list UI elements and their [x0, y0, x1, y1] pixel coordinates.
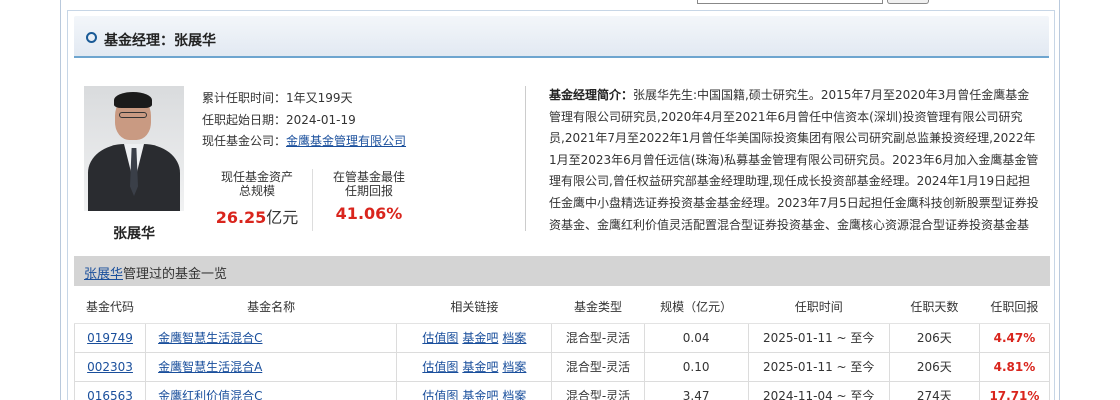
tenure-days: 206天 — [888, 351, 980, 382]
fund-type: 混合型-灵活 — [551, 380, 645, 400]
tenure-period: 2025-01-11 ~ 至今 — [747, 322, 890, 353]
tenure-label: 累计任职时间： — [202, 91, 287, 105]
fund-list-title: 管理过的基金一览 — [123, 267, 228, 282]
circle-bullet-icon — [86, 32, 97, 43]
tenure-value: 1年又199天 — [286, 91, 353, 105]
table-row: 019749 金鹰智慧生活混合C 估值图 基金吧 档案 混合型-灵活 0.04 20… — [73, 322, 1051, 353]
best-label-line2: 任期回报 — [344, 184, 393, 198]
header-links: 相关链接 — [396, 291, 552, 324]
fund-name-link[interactable]: 金鹰智慧生活混合A — [158, 360, 262, 374]
search-button[interactable] — [887, 0, 929, 4]
start-date-value: 2024-01-19 — [286, 113, 356, 127]
fund-size: 0.04 — [643, 322, 749, 353]
fund-forum-link[interactable]: 基金吧 — [462, 360, 498, 374]
stat-divider — [312, 169, 313, 231]
fund-profile-link[interactable]: 档案 — [502, 389, 526, 400]
manager-name-link[interactable]: 张展华 — [84, 267, 123, 282]
header-type: 基金类型 — [551, 291, 645, 324]
tenure-return: 4.81% — [978, 351, 1051, 382]
manager-name: 张展华 — [113, 226, 155, 242]
table-header-row: 基金代码 基金名称 相关链接 基金类型 规模（亿元） 任职时间 任职天数 任职回… — [74, 291, 1050, 324]
bio-label: 基金经理简介： — [549, 88, 634, 102]
fund-forum-link[interactable]: 基金吧 — [462, 331, 498, 345]
tenure-return: 17.71% — [978, 380, 1051, 400]
aum-value: 26.25 — [215, 208, 267, 227]
fund-code-link[interactable]: 019749 — [87, 331, 133, 345]
header-period: 任职时间 — [748, 291, 890, 324]
fund-size: 0.10 — [643, 351, 749, 382]
section-title: 基金经理：张展华 — [104, 33, 216, 49]
fund-type: 混合型-灵活 — [551, 322, 645, 353]
start-date-row: 任职起始日期：2024-01-19 — [202, 111, 356, 128]
aum-value-wrap: 26.25亿元 — [202, 204, 312, 228]
aum-unit: 亿元 — [266, 208, 299, 227]
tenure-period: 2024-11-04 ~ 至今 — [747, 380, 890, 400]
fund-code-link[interactable]: 002303 — [87, 360, 133, 374]
fund-size: 3.47 — [643, 380, 749, 400]
aum-label-line2: 总规模 — [238, 184, 275, 198]
page-container: 基金经理：张展华 张展华 累计任职时间：1年又199天 任职起始日期：2024-… — [60, 0, 1060, 400]
aum-label-line1: 现任基金资产 — [220, 170, 293, 184]
fund-code-link[interactable]: 016563 — [87, 389, 133, 400]
fund-profile-link[interactable]: 档案 — [502, 331, 526, 345]
table-row: 002303 金鹰智慧生活混合A 估值图 基金吧 档案 混合型-灵活 0.10 20… — [73, 351, 1051, 382]
header-size: 规模（亿元） — [644, 291, 749, 324]
fund-forum-link[interactable]: 基金吧 — [462, 389, 498, 400]
section-title-bar: 基金经理：张展华 — [74, 16, 1049, 58]
start-date-label: 任职起始日期： — [202, 113, 287, 127]
vertical-divider — [525, 86, 526, 231]
fund-type: 混合型-灵活 — [551, 351, 645, 382]
valuation-chart-link[interactable]: 估值图 — [422, 389, 458, 400]
table-row: 016563 金鹰红利价值混合C 估值图 基金吧 档案 混合型-灵活 3.47 20… — [73, 380, 1051, 400]
header-code: 基金代码 — [74, 291, 146, 324]
valuation-chart-link[interactable]: 估值图 — [422, 360, 458, 374]
valuation-chart-link[interactable]: 估值图 — [422, 331, 458, 345]
aum-stat: 现任基金资产 总规模 26.25亿元 — [202, 170, 312, 228]
tenure-return: 4.47% — [978, 322, 1051, 353]
tenure-period: 2025-01-11 ~ 至今 — [747, 351, 890, 382]
bio-text: 张展华先生:中国国籍,硕士研究生。2015年7月至2020年3月曾任金鹰基金管理… — [549, 88, 1039, 232]
tenure-days: 274天 — [888, 380, 980, 400]
best-return-stat: 在管基金最佳 任期回报 41.06% — [314, 170, 424, 223]
company-label: 现任基金公司： — [202, 134, 287, 148]
tenure-row: 累计任职时间：1年又199天 — [202, 89, 353, 106]
manager-photo — [84, 86, 184, 211]
manager-bio: 基金经理简介：张展华先生:中国国籍,硕士研究生。2015年7月至2020年3月曾… — [549, 85, 1039, 237]
fund-name-link[interactable]: 金鹰智慧生活混合C — [158, 331, 262, 345]
manager-panel: 基金经理：张展华 张展华 累计任职时间：1年又199天 任职起始日期：2024-… — [67, 10, 1055, 400]
best-return-value: 41.06% — [335, 204, 403, 223]
fund-table: 基金代码 基金名称 相关链接 基金类型 规模（亿元） 任职时间 任职天数 任职回… — [73, 291, 1051, 400]
header-days: 任职天数 — [889, 291, 980, 324]
search-input[interactable] — [697, 0, 883, 4]
tenure-days: 206天 — [888, 322, 980, 353]
fund-name-link[interactable]: 金鹰红利价值混合C — [158, 389, 262, 400]
header-return: 任职回报 — [979, 291, 1050, 324]
company-row: 现任基金公司：金鹰基金管理有限公司 — [202, 132, 406, 149]
header-name: 基金名称 — [145, 291, 397, 324]
best-label-line1: 在管基金最佳 — [332, 170, 405, 184]
fund-list-header: 张展华管理过的基金一览 — [74, 256, 1050, 286]
company-link[interactable]: 金鹰基金管理有限公司 — [286, 134, 406, 148]
fund-profile-link[interactable]: 档案 — [502, 360, 526, 374]
